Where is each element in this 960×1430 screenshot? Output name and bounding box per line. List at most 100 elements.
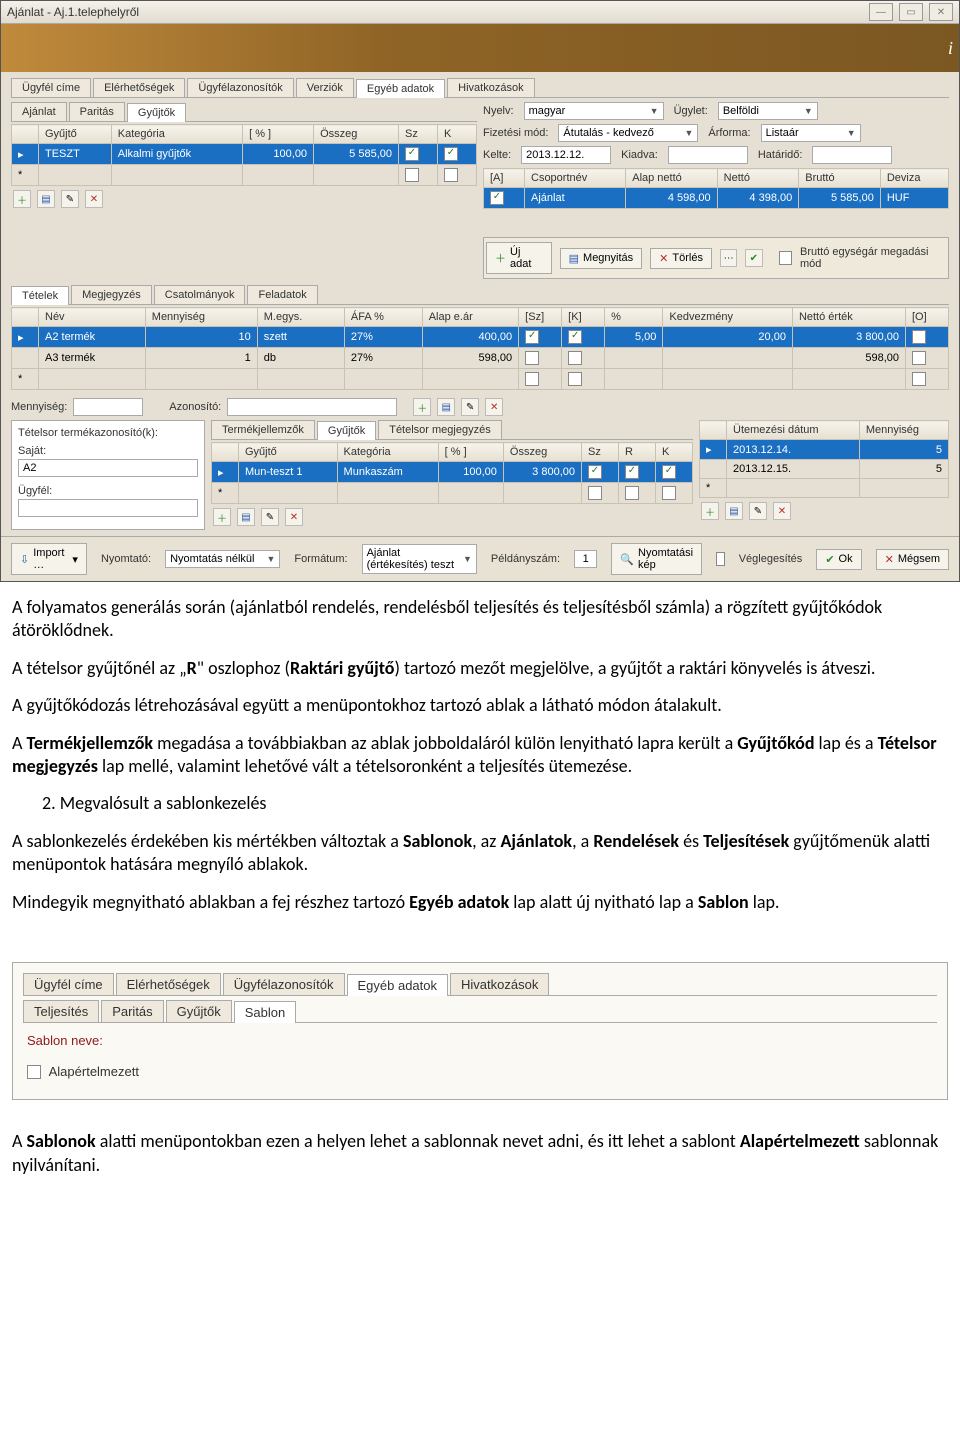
nyelv-combo[interactable]: magyar▼	[524, 102, 664, 120]
gyujtok-grid[interactable]: Gyűjtő Kategória [ % ] Összeg Sz K ▸ TES…	[11, 124, 477, 186]
formatum-combo[interactable]: Ajánlat (értékesítés) teszt▼	[362, 544, 477, 574]
tab-hivatkozasok[interactable]: Hivatkozások	[447, 78, 534, 97]
edit-icon[interactable]: ✎	[461, 398, 479, 416]
tab-ugyfelazonositok[interactable]: Ügyfélazonosítók	[187, 78, 293, 97]
nyomtato-combo[interactable]: Nyomtatás nélkül▼	[165, 550, 280, 568]
tab-egyeb-adatok[interactable]: Egyéb adatok	[347, 974, 449, 996]
edit-icon[interactable]: ✎	[261, 508, 279, 526]
peldany-field[interactable]: 1	[574, 550, 597, 568]
open-icon[interactable]: ▤	[725, 502, 743, 520]
table-row[interactable]: ▸ A2 termék 10 szett 27% 400,00 ✓ ✓ 5,00…	[12, 327, 949, 348]
tab-tetelek[interactable]: Tételek	[11, 286, 69, 305]
import-button[interactable]: ⇩Import …▾	[11, 543, 87, 575]
tab-hivatkozasok[interactable]: Hivatkozások	[450, 973, 549, 995]
checkbox-icon[interactable]	[588, 486, 602, 500]
arforma-combo[interactable]: Listaár▼	[761, 124, 861, 142]
checkbox-icon[interactable]	[912, 372, 926, 386]
ugylet-combo[interactable]: Belföldi▼	[718, 102, 818, 120]
ujadat-button[interactable]: ＋Új adat	[486, 242, 552, 274]
table-row[interactable]: ✓ Ajánlat 4 598,00 4 398,00 5 585,00 HUF	[484, 188, 949, 209]
csoport-grid[interactable]: [A] Csoportnév Alap nettó Nettó Bruttó D…	[483, 168, 949, 209]
checkbox-icon[interactable]	[525, 351, 539, 365]
sajat-field[interactable]: A2	[18, 459, 198, 477]
tab-paritas[interactable]: Paritás	[101, 1000, 163, 1022]
tab-feladatok[interactable]: Feladatok	[247, 285, 317, 304]
add-icon[interactable]: ＋	[701, 502, 719, 520]
nyomtkep-button[interactable]: 🔍Nyomtatási kép	[611, 543, 702, 575]
add-icon[interactable]: ＋	[13, 190, 31, 208]
delete-icon[interactable]: ✕	[85, 190, 103, 208]
maximize-button[interactable]: ▭	[899, 3, 923, 21]
megsem-button[interactable]: ✕Mégsem	[876, 549, 949, 570]
checkbox-icon[interactable]	[405, 168, 419, 182]
megnyitas-button[interactable]: ▤Megnyitás	[560, 248, 643, 269]
tab-ugyfel-cime[interactable]: Ügyfél címe	[11, 78, 91, 97]
table-row[interactable]: ▸ Mun-teszt 1 Munkaszám 100,00 3 800,00 …	[212, 462, 693, 483]
tab-megjegyzes[interactable]: Megjegyzés	[71, 285, 152, 304]
checkbox-icon[interactable]	[912, 351, 926, 365]
tab-termekjellemzok[interactable]: Termékjellemzők	[211, 420, 315, 439]
brutto-checkbox[interactable]	[779, 251, 792, 265]
checkbox-icon[interactable]: ✓	[588, 465, 602, 479]
tab-gyujtok[interactable]: Gyűjtők	[127, 103, 186, 122]
table-row[interactable]: ▸ TESZT Alkalmi gyűjtők 100,00 5 585,00 …	[12, 144, 477, 165]
more-icon[interactable]: ⋯	[720, 249, 737, 267]
tab-elerhetosegek[interactable]: Elérhetőségek	[93, 78, 185, 97]
close-button[interactable]: ✕	[929, 3, 953, 21]
vegleg-checkbox[interactable]	[716, 552, 725, 566]
ugyfel-field[interactable]	[18, 499, 198, 517]
checkbox-icon[interactable]: ✓	[405, 147, 419, 161]
torles-button[interactable]: ✕Törlés	[650, 248, 712, 269]
tab-csatolmanyok[interactable]: Csatolmányok	[154, 285, 246, 304]
tab-elerhetosegek[interactable]: Elérhetőségek	[116, 973, 221, 995]
mennyiseg-field[interactable]	[73, 398, 143, 416]
tab-tetelsor-megj[interactable]: Tételsor megjegyzés	[378, 420, 502, 439]
check-icon[interactable]: ✔	[745, 249, 762, 267]
tab-sablon[interactable]: Sablon	[234, 1001, 296, 1023]
info-icon[interactable]: i	[948, 38, 953, 59]
tab-paritas[interactable]: Paritás	[69, 102, 125, 121]
add-icon[interactable]: ＋	[413, 398, 431, 416]
checkbox-icon[interactable]: ✓	[444, 147, 458, 161]
tab-teljesites[interactable]: Teljesítés	[23, 1000, 99, 1022]
tab-ajanlat[interactable]: Ajánlat	[11, 102, 67, 121]
minimize-button[interactable]: —	[869, 3, 893, 21]
checkbox-icon[interactable]: ✓	[625, 465, 639, 479]
tab-egyeb-adatok[interactable]: Egyéb adatok	[356, 79, 445, 98]
edit-icon[interactable]: ✎	[749, 502, 767, 520]
alap-checkbox[interactable]	[27, 1065, 41, 1079]
azonosito-field[interactable]	[227, 398, 397, 416]
utem-grid[interactable]: Ütemezési dátum Mennyiség ▸ 2013.12.14. …	[699, 420, 949, 498]
table-row[interactable]: *	[12, 369, 949, 390]
table-row[interactable]: ▸ 2013.12.14. 5	[700, 440, 949, 460]
gyujtok2-grid[interactable]: Gyűjtő Kategória [ % ] Összeg Sz R K ▸ M…	[211, 442, 693, 504]
open-icon[interactable]: ▤	[237, 508, 255, 526]
checkbox-icon[interactable]: ✓	[568, 330, 582, 344]
delete-icon[interactable]: ✕	[285, 508, 303, 526]
tab-ugyfelazonositok[interactable]: Ügyfélazonosítók	[223, 973, 345, 995]
tab-verziok[interactable]: Verziók	[296, 78, 354, 97]
checkbox-icon[interactable]	[525, 372, 539, 386]
checkbox-icon[interactable]	[568, 372, 582, 386]
open-icon[interactable]: ▤	[437, 398, 455, 416]
open-icon[interactable]: ▤	[37, 190, 55, 208]
hatarido-field[interactable]	[812, 146, 892, 164]
kiadva-field[interactable]	[668, 146, 748, 164]
add-icon[interactable]: ＋	[213, 508, 231, 526]
checkbox-icon[interactable]	[662, 486, 676, 500]
table-row[interactable]: *	[700, 479, 949, 498]
edit-icon[interactable]: ✎	[61, 190, 79, 208]
checkbox-icon[interactable]: ✓	[662, 465, 676, 479]
checkbox-icon[interactable]: ✓	[525, 330, 539, 344]
checkbox-icon[interactable]	[912, 330, 926, 344]
delete-icon[interactable]: ✕	[485, 398, 503, 416]
checkbox-icon[interactable]	[625, 486, 639, 500]
kelte-field[interactable]: 2013.12.12.	[521, 146, 611, 164]
table-row[interactable]: *	[212, 483, 693, 504]
tab-ugyfel-cime[interactable]: Ügyfél címe	[23, 973, 114, 995]
checkbox-icon[interactable]: ✓	[490, 191, 504, 205]
checkbox-icon[interactable]	[444, 168, 458, 182]
fiz-combo[interactable]: Átutalás - kedvező▼	[558, 124, 698, 142]
checkbox-icon[interactable]	[568, 351, 582, 365]
tab-gyujtok[interactable]: Gyűjtők	[166, 1000, 232, 1022]
